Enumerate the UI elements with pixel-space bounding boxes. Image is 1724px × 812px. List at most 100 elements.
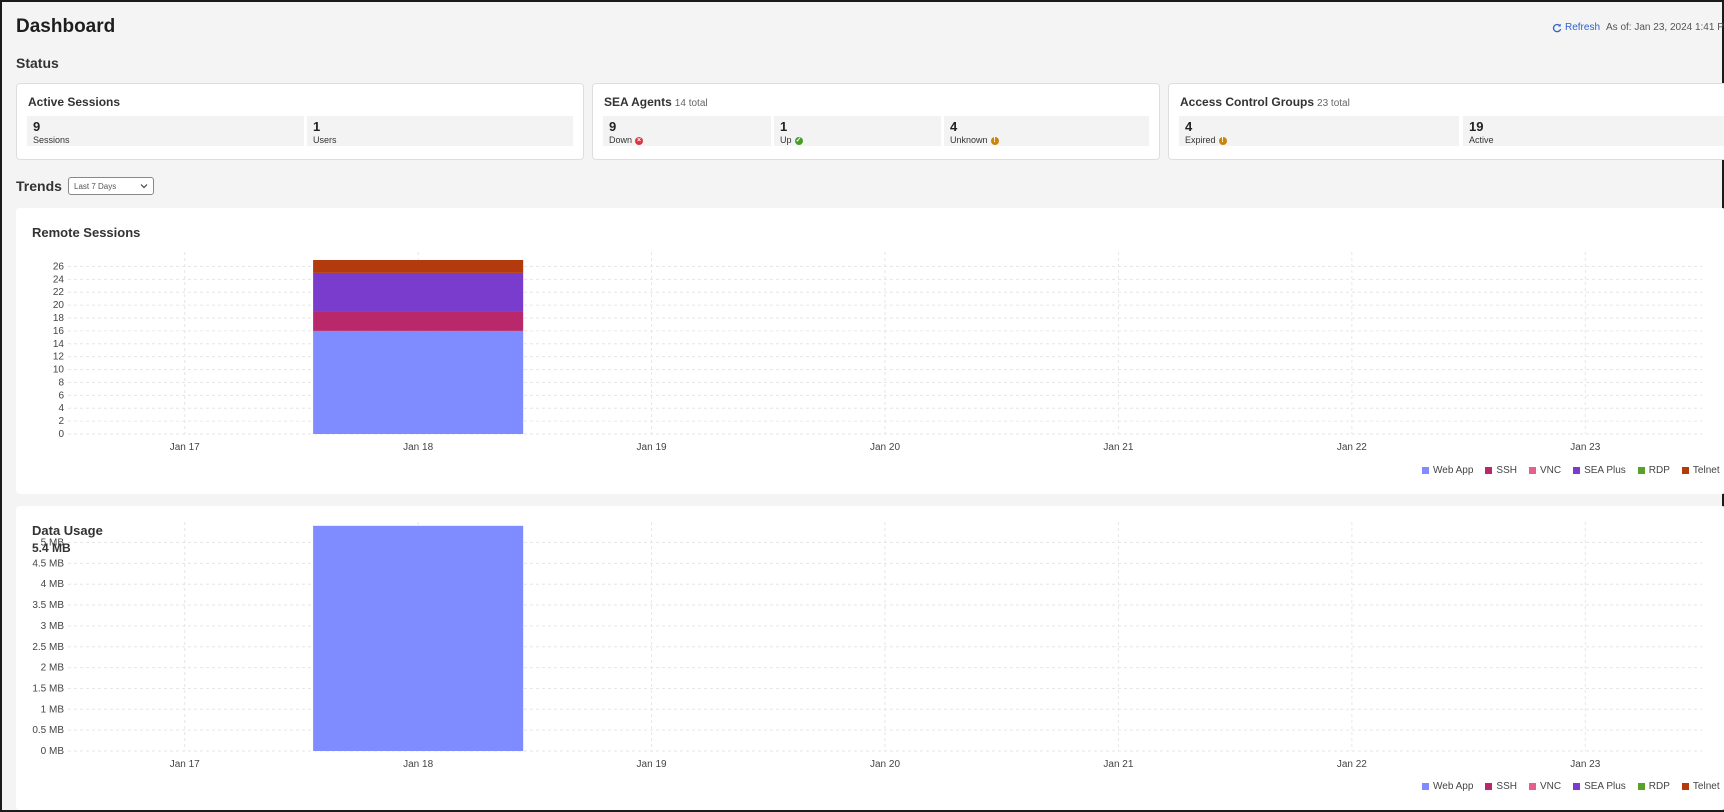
data-usage-legend: Web App SSH VNC SEA Plus RDP Telnet: [1422, 781, 1720, 792]
y-tick-label: 0.5 MB: [32, 725, 64, 736]
x-tick-label: Jan 18: [403, 442, 433, 453]
y-tick-label: 6: [58, 390, 64, 401]
x-tick-label: Jan 17: [170, 759, 200, 770]
legend-label: RDP: [1648, 781, 1670, 792]
bar-segment-web-app: [313, 525, 524, 751]
legend-item-sea-plus[interactable]: SEA Plus: [1573, 781, 1626, 792]
date-range-select[interactable]: Last 7 Days: [68, 177, 154, 195]
legend-label: SSH: [1496, 465, 1517, 476]
x-tick-label: Jan 17: [170, 442, 200, 453]
agents-unknown-stat: 4 Unknown!: [944, 116, 1149, 146]
legend-swatch: [1637, 783, 1645, 790]
y-tick-label: 22: [53, 287, 65, 298]
y-tick-label: 0: [58, 429, 64, 440]
legend-item-ssh[interactable]: SSH: [1485, 781, 1517, 792]
y-tick-label: 16: [53, 326, 65, 337]
chevron-down-icon: [140, 184, 148, 189]
agents-unknown-label: Unknown: [950, 135, 988, 145]
legend-label: VNC: [1539, 781, 1562, 792]
bar-segment-sea-plus: [313, 272, 524, 312]
x-tick-label: Jan 21: [1103, 442, 1133, 453]
groups-active-label: Active: [1469, 135, 1494, 145]
warning-icon: !: [990, 136, 999, 145]
error-icon: ×: [635, 136, 644, 145]
users-stat: 1 Users: [307, 116, 573, 146]
y-tick-label: 18: [53, 313, 65, 324]
groups-active-stat: 19 Active: [1463, 116, 1724, 146]
y-tick-label: 4: [58, 403, 64, 414]
groups-expired-stat: 4 Expired!: [1179, 116, 1459, 146]
refresh-icon: [1552, 23, 1562, 32]
legend-item-rdp[interactable]: RDP: [1637, 465, 1670, 476]
legend-label: RDP: [1648, 465, 1670, 476]
legend-item-vnc[interactable]: VNC: [1528, 465, 1562, 476]
legend-label: Web App: [1433, 781, 1474, 792]
trends-section-title: Trends: [16, 178, 62, 194]
status-section-title: Status: [16, 55, 59, 71]
legend-label: Telnet: [1692, 781, 1720, 792]
y-tick-label: 1.5 MB: [32, 683, 64, 694]
active-sessions-title: Active Sessions: [28, 95, 121, 109]
legend-item-ssh[interactable]: SSH: [1485, 465, 1517, 476]
bar-segment-ssh: [313, 311, 524, 331]
page-title: Dashboard: [16, 16, 116, 37]
data-usage-panel: Data Usage 5.4 MB 0 MB 0.5 MB 1 MB 1.5 MB 2 …: [16, 506, 1724, 810]
access-control-groups-card: Access Control Groups 23 total 4 Expired!…: [1168, 83, 1724, 160]
groups-active-count: 19: [1469, 119, 1484, 134]
y-tick-label: 0 MB: [41, 746, 65, 757]
legend-label: SSH: [1496, 781, 1517, 792]
date-range-value: Last 7 Days: [74, 181, 117, 191]
remote-sessions-panel: Remote Sessions 0 2 4 6 8 10 12 14 16 18 20 22 24 26 J…: [16, 208, 1724, 494]
legend-label: SEA Plus: [1584, 465, 1626, 476]
x-tick-label: Jan 20: [870, 442, 900, 453]
y-tick-label: 1 MB: [41, 704, 65, 715]
sea-agents-total: 14 total: [674, 98, 708, 109]
legend-item-sea-plus[interactable]: SEA Plus: [1573, 465, 1626, 476]
y-tick-label: 24: [53, 274, 65, 285]
legend-item-vnc[interactable]: VNC: [1528, 781, 1562, 792]
legend-label: VNC: [1539, 465, 1562, 476]
x-tick-label: Jan 19: [637, 442, 667, 453]
legend-swatch: [1528, 467, 1536, 474]
legend-swatch: [1422, 467, 1429, 474]
y-tick-label: 2.5 MB: [32, 642, 64, 653]
agents-down-stat: 9 Down ×: [603, 116, 771, 146]
groups-expired-count: 4: [1185, 119, 1193, 134]
legend-label: Web App: [1433, 465, 1474, 476]
agents-up-label: Up: [780, 135, 792, 145]
remote-sessions-chart: 02468101214161820222426Jan 17 Jan 18 Jan 1…: [53, 252, 1702, 453]
legend-swatch: [1573, 783, 1581, 790]
legend-swatch: [1573, 467, 1581, 474]
x-tick-label: Jan 23: [1570, 759, 1600, 770]
as-of-timestamp: As of: Jan 23, 2024 1:41 PM: [1606, 22, 1724, 33]
y-tick-label: 26: [53, 261, 65, 272]
remote-sessions-legend: Web App SSH VNC SEA Plus RDP Telnet: [1422, 465, 1720, 476]
y-tick-label: 10: [53, 365, 65, 376]
x-tick-label: Jan 23: [1570, 442, 1600, 453]
y-tick-label: 12: [53, 352, 65, 363]
y-tick-label: 2: [58, 416, 64, 427]
x-tick-label: Jan 20: [870, 759, 900, 770]
header-actions: Refresh As of: Jan 23, 2024 1:41 PM: [1552, 22, 1724, 33]
y-tick-label: 20: [53, 300, 65, 311]
legend-item-web-app[interactable]: Web App: [1422, 465, 1473, 476]
agents-down-label: Down: [609, 135, 633, 145]
sessions-stat: 9 Sessions: [27, 116, 304, 146]
legend-item-web-app[interactable]: Web App: [1422, 781, 1473, 792]
refresh-label: Refresh: [1565, 22, 1601, 33]
x-tick-label: Jan 22: [1337, 759, 1367, 770]
legend-item-rdp[interactable]: RDP: [1637, 781, 1670, 792]
sea-agents-card: SEA Agents 14 total 9 Down × 1 Up ✓ 4 Unkno…: [592, 83, 1160, 160]
agents-up-stat: 1 Up ✓: [774, 116, 941, 146]
y-tick-label: 14: [53, 339, 65, 350]
agents-up-count: 1: [780, 119, 788, 134]
legend-swatch: [1681, 783, 1689, 790]
groups-expired-label: Expired: [1185, 135, 1216, 145]
check-icon: ✓: [794, 136, 803, 145]
agents-unknown-count: 4: [950, 119, 958, 134]
legend-item-telnet[interactable]: Telnet: [1681, 781, 1720, 792]
active-sessions-card: Active Sessions 9 Sessions 1 Users: [16, 83, 584, 160]
legend-item-telnet[interactable]: Telnet: [1681, 465, 1720, 476]
refresh-button[interactable]: Refresh: [1552, 22, 1600, 33]
users-label: Users: [313, 135, 337, 145]
